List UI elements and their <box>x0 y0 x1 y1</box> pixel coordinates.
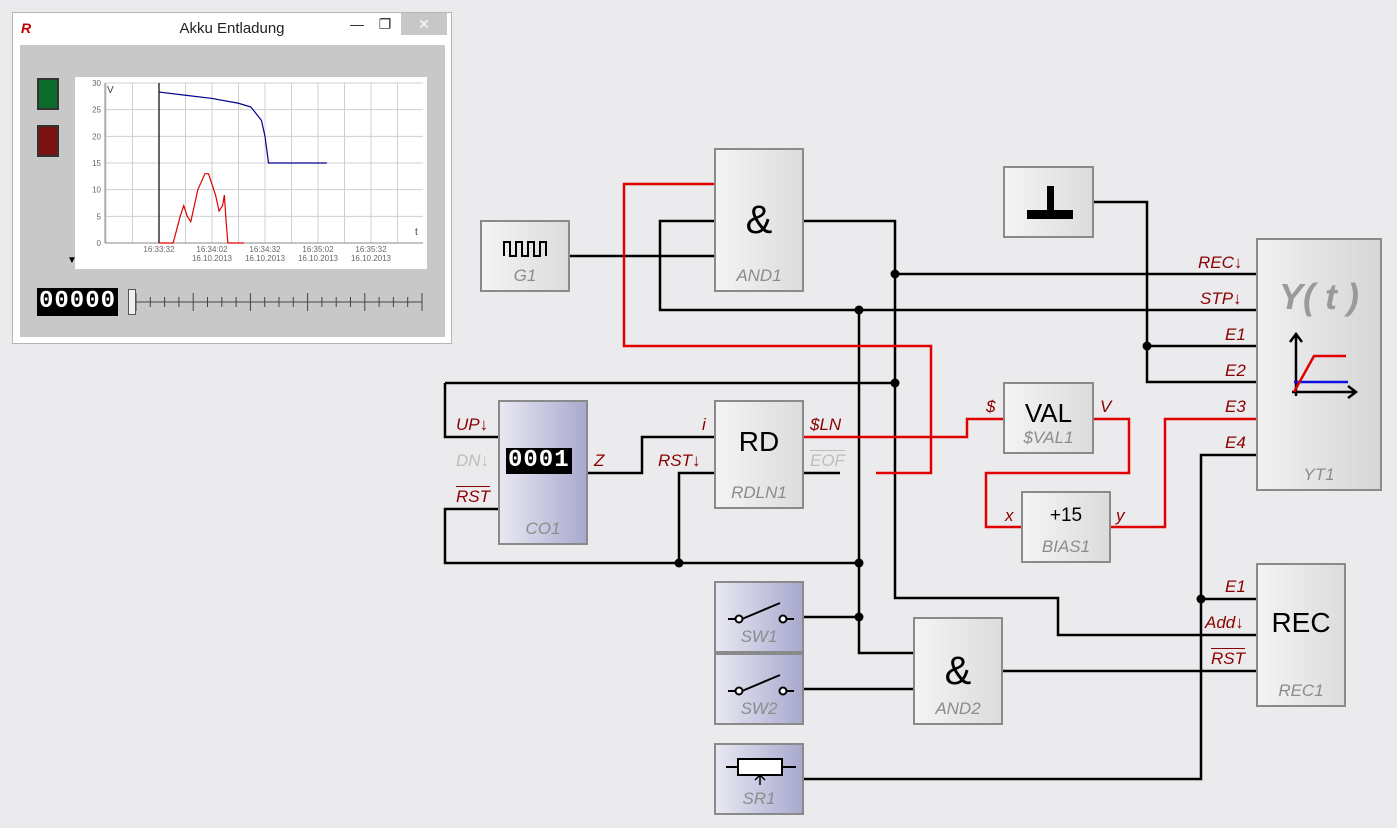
window-titlebar[interactable]: R Akku Entladung — ❐ ✕ <box>13 13 451 45</box>
x-tick-time: 16:34:02 <box>196 245 228 254</box>
block-label: REC1 <box>1278 681 1324 700</box>
minimize-button[interactable]: — <box>345 13 369 35</box>
push-button-icon <box>1027 186 1073 219</box>
switch-block-sw2[interactable]: SW2 <box>714 653 804 725</box>
block-label: BIAS1 <box>1041 537 1091 556</box>
x-tick-time: 16:33:32 <box>143 245 175 254</box>
y-tick-label: 10 <box>92 186 101 195</box>
stop-switch-icon[interactable] <box>37 125 59 157</box>
pin-add: Add↓ <box>1205 613 1244 632</box>
y-tick-label: 0 <box>97 239 102 248</box>
pin-up: UP↓ <box>456 415 489 434</box>
potentiometer-icon <box>726 758 796 785</box>
bias-title: +15 <box>1049 505 1083 526</box>
series-line-1 <box>159 173 244 244</box>
akku-entladung-window[interactable]: R Akku Entladung — ❐ ✕ 30 25 20 15 10 5 0 Vt 16:… <box>12 12 452 344</box>
yt-title: Y( t ) <box>1279 276 1359 317</box>
block-label: CO1 <box>525 519 561 538</box>
bias-block-bias1[interactable]: +15 BIAS1 <box>1021 491 1111 563</box>
x-tick-date: 16.10.2013 <box>298 254 339 263</box>
push-button-block[interactable] <box>1003 166 1094 238</box>
and-symbol: & <box>745 198 773 242</box>
pin-sln: $LN <box>810 415 842 434</box>
pin-rst: RST <box>456 487 490 506</box>
block-label: SR1 <box>742 789 776 808</box>
switch-icon <box>728 602 794 624</box>
counter-block-co1[interactable]: 0001 CO1 <box>498 400 588 545</box>
yt-plotter-block-yt1[interactable]: Y( t ) YT1 <box>1256 238 1382 491</box>
x-tick-time: 16:35:02 <box>302 245 334 254</box>
block-label: G1 <box>513 266 537 285</box>
pin-e2: E2 <box>1225 361 1246 380</box>
pin-rec: REC↓ <box>1198 253 1243 272</box>
pin-dollar: $ <box>986 397 996 416</box>
pin-rst-rd: RST↓ <box>658 451 701 470</box>
and-symbol: & <box>944 649 972 693</box>
switch-block-sw1[interactable]: SW1 <box>714 581 804 653</box>
val-title: VAL <box>1024 398 1073 428</box>
slider-knob[interactable] <box>128 289 136 315</box>
x-tick-date: 16.10.2013 <box>192 254 233 263</box>
x-tick-time: 16:34:32 <box>249 245 281 254</box>
pin-v: V <box>1100 397 1112 416</box>
rd-title: RD <box>738 426 780 457</box>
pin-rec-rst: RST <box>1211 649 1245 668</box>
generator-block-g1[interactable]: G1 <box>480 220 570 292</box>
pin-stp: STP↓ <box>1200 289 1242 308</box>
y-axis-label: V <box>107 85 114 96</box>
close-button[interactable]: ✕ <box>401 13 447 35</box>
slide-resistor-block-sr1[interactable]: SR1 <box>714 743 804 815</box>
block-label: $VAL1 <box>1023 428 1074 447</box>
maximize-button[interactable]: ❐ <box>373 13 397 35</box>
start-switch-icon[interactable] <box>37 78 59 110</box>
pin-e3: E3 <box>1225 397 1246 416</box>
window-client-area: 30 25 20 15 10 5 0 Vt 16:33:32 16:34:02 16.10.2013… <box>20 45 445 337</box>
line-chart: 302520151050Vt16:33:32 16:34:0216.10.2013… <box>92 79 423 263</box>
y-tick-label: 30 <box>92 79 101 88</box>
pin-dn: DN↓ <box>456 451 490 470</box>
pin-eof: EOF <box>810 451 845 470</box>
recorder-block-rec1[interactable]: REC REC1 <box>1256 563 1346 707</box>
value-block-val1[interactable]: VAL $VAL1 <box>1003 382 1094 454</box>
rec-title: REC <box>1271 607 1331 638</box>
read-line-block-rdln1[interactable]: RD RDLN1 <box>714 400 804 509</box>
time-slider-track[interactable] <box>126 285 426 319</box>
y-tick-label: 15 <box>92 159 101 168</box>
plot-area: 30 25 20 15 10 5 0 Vt 16:33:32 16:34:02 16.10.2013… <box>75 77 427 269</box>
block-label: AND2 <box>935 699 981 718</box>
switch-icon <box>728 674 794 696</box>
pulse-generator-icon <box>503 241 547 257</box>
pin-x: x <box>1005 506 1014 525</box>
and-gate-block-and2[interactable]: & AND2 <box>913 617 1003 725</box>
series-line-0 <box>158 91 327 164</box>
pin-e4: E4 <box>1225 433 1246 452</box>
x-tick-time: 16:35:32 <box>355 245 387 254</box>
and-gate-block-and1[interactable]: & AND1 <box>714 148 804 292</box>
block-label: SW1 <box>740 627 778 646</box>
counter-display: 0001 <box>506 447 572 474</box>
sample-counter: 00000 <box>37 288 119 316</box>
pin-rec-e1: E1 <box>1225 577 1246 596</box>
y-tick-label: 5 <box>97 212 102 221</box>
x-axis-label: t <box>415 227 418 238</box>
pin-e1: E1 <box>1225 325 1246 344</box>
block-label: AND1 <box>736 266 782 285</box>
block-label: YT1 <box>1303 465 1335 484</box>
pin-i: i <box>702 415 706 434</box>
pin-z: Z <box>594 451 605 470</box>
x-tick-date: 16.10.2013 <box>245 254 286 263</box>
block-label: SW2 <box>740 699 778 718</box>
yt-graph-icon <box>1289 332 1359 399</box>
y-tick-label: 20 <box>92 132 101 141</box>
y-tick-label: 25 <box>92 106 101 115</box>
pin-y: y <box>1116 506 1125 525</box>
block-label: RDLN1 <box>731 483 787 502</box>
scroll-down-icon[interactable]: ▼ <box>67 255 77 266</box>
x-tick-date: 16.10.2013 <box>351 254 392 263</box>
